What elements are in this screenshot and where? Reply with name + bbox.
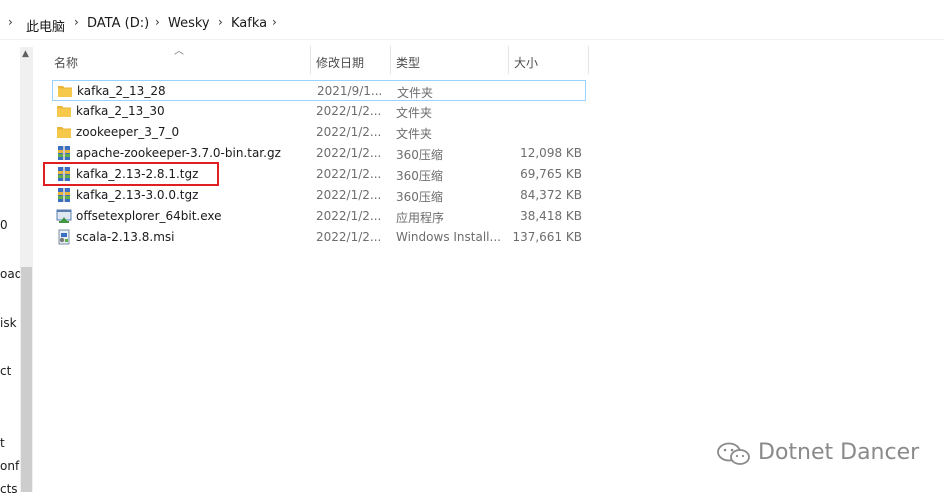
archive-icon bbox=[58, 188, 70, 202]
file-row[interactable]: kafka_2_13_30 2022/1/2... 文件夹 bbox=[52, 101, 586, 122]
file-date: 2022/1/2... bbox=[316, 167, 382, 181]
chevron-right-icon[interactable]: › bbox=[74, 15, 79, 29]
file-name: kafka_2_13_28 bbox=[77, 84, 166, 98]
file-name: scala-2.13.8.msi bbox=[76, 230, 175, 244]
file-type: 应用程序 bbox=[396, 211, 445, 225]
file-name: offsetexplorer_64bit.exe bbox=[76, 209, 222, 223]
file-name: zookeeper_3_7_0 bbox=[76, 125, 180, 139]
nav-item[interactable]: 0 bbox=[0, 218, 20, 232]
breadcrumb-item-this-pc[interactable]: 此电脑 bbox=[26, 16, 65, 35]
file-type: 360压缩 bbox=[396, 148, 443, 162]
file-row[interactable]: zookeeper_3_7_0 2022/1/2... 文件夹 bbox=[52, 122, 586, 143]
wechat-icon bbox=[717, 442, 750, 465]
nav-item[interactable]: isk bbox=[0, 316, 20, 330]
breadcrumb-item-kafka[interactable]: Kafka bbox=[231, 16, 267, 31]
file-date: 2022/1/2... bbox=[316, 209, 382, 223]
file-size: 137,661 KB bbox=[512, 230, 582, 244]
nav-pane-scrollbar[interactable]: ▲ bbox=[20, 47, 33, 492]
breadcrumb: › 此电脑 › DATA (D:) › Wesky › Kafka › bbox=[0, 9, 944, 37]
breadcrumb-item-drive[interactable]: DATA (D:) bbox=[87, 16, 149, 31]
scroll-up-icon[interactable]: ▲ bbox=[22, 49, 29, 59]
breadcrumb-item-wesky[interactable]: Wesky bbox=[168, 16, 210, 31]
exe-icon bbox=[56, 209, 72, 223]
file-size: 38,418 KB bbox=[520, 209, 582, 223]
divider bbox=[0, 39, 944, 40]
file-row[interactable]: kafka_2.13-3.0.0.tgz 2022/1/2... 360压缩 8… bbox=[52, 185, 586, 206]
folder-icon bbox=[57, 106, 71, 117]
file-date: 2022/1/2... bbox=[316, 146, 382, 160]
folder-icon bbox=[58, 86, 72, 97]
file-row[interactable]: kafka_2_13_28 2021/9/1... 文件夹 bbox=[52, 80, 586, 101]
column-header-type[interactable]: 类型 bbox=[390, 50, 508, 74]
highlight-box bbox=[43, 162, 219, 186]
file-date: 2021/9/1... bbox=[317, 84, 383, 98]
chevron-right-icon[interactable]: › bbox=[8, 15, 13, 29]
file-name: kafka_2_13_30 bbox=[76, 104, 165, 118]
file-size: 84,372 KB bbox=[520, 188, 582, 202]
column-header-size[interactable]: 大小 bbox=[508, 50, 588, 74]
file-date: 2022/1/2... bbox=[316, 104, 382, 118]
nav-item[interactable]: oad bbox=[0, 267, 20, 281]
nav-item[interactable]: t bbox=[0, 436, 20, 450]
nav-item[interactable]: ct bbox=[0, 364, 20, 378]
file-row[interactable]: offsetexplorer_64bit.exe 2022/1/2... 应用程… bbox=[52, 206, 586, 227]
archive-icon bbox=[58, 146, 70, 160]
scrollbar-thumb[interactable] bbox=[21, 267, 32, 492]
file-type: 文件夹 bbox=[397, 86, 434, 100]
file-size: 69,765 KB bbox=[520, 167, 582, 181]
file-date: 2022/1/2... bbox=[316, 188, 382, 202]
watermark-text: Dotnet Dancer bbox=[758, 440, 920, 465]
file-row[interactable]: scala-2.13.8.msi 2022/1/2... Windows Ins… bbox=[52, 227, 586, 248]
column-header-date[interactable]: 修改日期 bbox=[310, 50, 390, 74]
file-type: Windows Install... bbox=[396, 230, 501, 244]
chevron-right-icon[interactable]: › bbox=[272, 15, 277, 29]
column-header-name[interactable]: 名称 bbox=[48, 50, 310, 74]
file-type: 文件夹 bbox=[396, 106, 433, 120]
file-date: 2022/1/2... bbox=[316, 230, 382, 244]
file-name: apache-zookeeper-3.7.0-bin.tar.gz bbox=[76, 146, 281, 160]
column-divider[interactable] bbox=[588, 46, 589, 74]
file-name: kafka_2.13-3.0.0.tgz bbox=[76, 188, 199, 202]
nav-item[interactable]: cts bbox=[0, 482, 20, 496]
file-type: 360压缩 bbox=[396, 169, 443, 183]
chevron-right-icon[interactable]: › bbox=[218, 15, 223, 29]
file-size: 12,098 KB bbox=[520, 146, 582, 160]
file-date: 2022/1/2... bbox=[316, 125, 382, 139]
nav-item[interactable]: onf bbox=[0, 459, 20, 473]
folder-icon bbox=[57, 127, 71, 138]
msi-icon bbox=[58, 229, 70, 245]
file-row[interactable]: apache-zookeeper-3.7.0-bin.tar.gz 2022/1… bbox=[52, 143, 586, 164]
chevron-right-icon[interactable]: › bbox=[155, 15, 160, 29]
file-type: 360压缩 bbox=[396, 190, 443, 204]
file-type: 文件夹 bbox=[396, 127, 433, 141]
